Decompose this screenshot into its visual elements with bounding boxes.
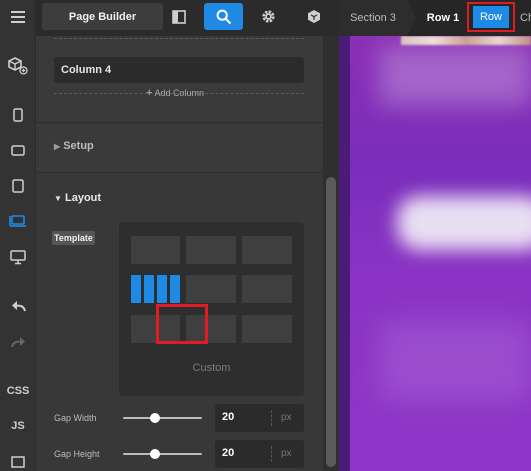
gap-width-unit[interactable]: px [281,412,292,423]
undo-icon[interactable] [0,291,36,321]
column-4-item[interactable]: Column 4 [54,57,304,83]
redo-icon[interactable] [0,327,36,357]
add-column-button[interactable]: + Add Column [146,87,204,99]
gap-width-label: Gap Width [54,413,97,423]
page-preview[interactable] [339,36,531,471]
desktop-icon[interactable] [0,242,36,272]
caret-down-icon: ▼ [54,194,62,203]
divider [54,38,304,39]
plus-icon: + [146,87,153,99]
css-label: CSS [6,385,30,397]
breadcrumb: Section 3 Row 1 Row Ch [339,0,531,36]
template-4-columns-segment [170,275,180,303]
preview-edge [339,36,350,471]
layout-section-header[interactable]: ▼ Layout [54,192,101,204]
preview-blurred-heading [379,46,531,106]
tablet-icon[interactable] [0,171,36,201]
template-4-columns-segment [157,275,167,303]
breadcrumb-row-1[interactable]: Row 1 [423,0,463,36]
gap-height-input[interactable] [222,447,262,459]
laptop-icon[interactable] [0,206,36,236]
top-toolbar: Page Builder [36,0,339,36]
settings-panel: Column 4 + Add Column ▶ Setup ▼ Layout T… [36,36,339,471]
bottom-icon[interactable] [0,447,36,471]
cube-icon[interactable] [300,3,328,30]
template-selected-highlight [156,304,208,344]
add-column-label: Add Column [154,88,204,98]
gap-height-unit[interactable]: px [281,448,292,459]
js-label: JS [11,420,25,432]
template-2-columns[interactable] [186,236,236,264]
template-2-1-1-columns[interactable] [242,315,292,343]
template-3-columns[interactable] [242,236,292,264]
css-button[interactable]: CSS [0,376,36,406]
gap-width-field: px [215,404,304,432]
gap-width-slider[interactable] [123,417,202,419]
custom-template-button[interactable]: Custom [119,362,304,374]
add-cubes-icon[interactable] [0,51,36,81]
breadcrumb-next[interactable]: Ch [520,0,531,36]
gap-width-input[interactable] [222,411,262,423]
field-divider [271,446,272,462]
js-button[interactable]: JS [0,411,36,441]
preview-blurred-button [397,196,531,250]
breadcrumb-row[interactable]: Row [473,6,509,28]
breadcrumb-chevron [407,0,416,36]
template-1-3-columns[interactable] [186,275,236,303]
separator [36,122,323,123]
gap-height-field: px [215,440,304,468]
layout-heading: Layout [64,192,102,204]
breadcrumb-row-highlight: Row [467,2,515,32]
breadcrumb-section-3[interactable]: Section 3 [339,0,407,36]
field-divider [271,410,272,426]
template-1-column[interactable] [131,236,180,264]
panel-scrollbar-thumb[interactable] [326,177,336,467]
left-rail: CSS JS [0,0,36,471]
panel-scrollbar[interactable] [323,36,339,471]
search-icon[interactable] [204,3,243,30]
preview-blurred-content [379,321,531,401]
tablet-landscape-icon[interactable] [0,135,36,165]
menu-icon[interactable] [0,2,36,32]
preview-image-strip [401,36,531,45]
mobile-icon[interactable] [0,100,36,130]
page-builder-title[interactable]: Page Builder [42,3,163,30]
template-4-columns[interactable] [131,275,180,303]
panel-toggle-icon[interactable] [165,3,193,30]
template-4-columns-segment [144,275,154,303]
gear-icon[interactable] [254,3,282,30]
gap-height-label: Gap Height [54,449,100,459]
setup-section-header[interactable]: ▶ Setup [54,140,94,152]
setup-heading: Setup [63,140,94,152]
template-4-columns-segment [131,275,141,303]
caret-right-icon: ▶ [54,142,61,151]
template-3-1-columns[interactable] [242,275,292,303]
template-label: Template [52,231,95,245]
gap-height-slider[interactable] [123,453,202,455]
